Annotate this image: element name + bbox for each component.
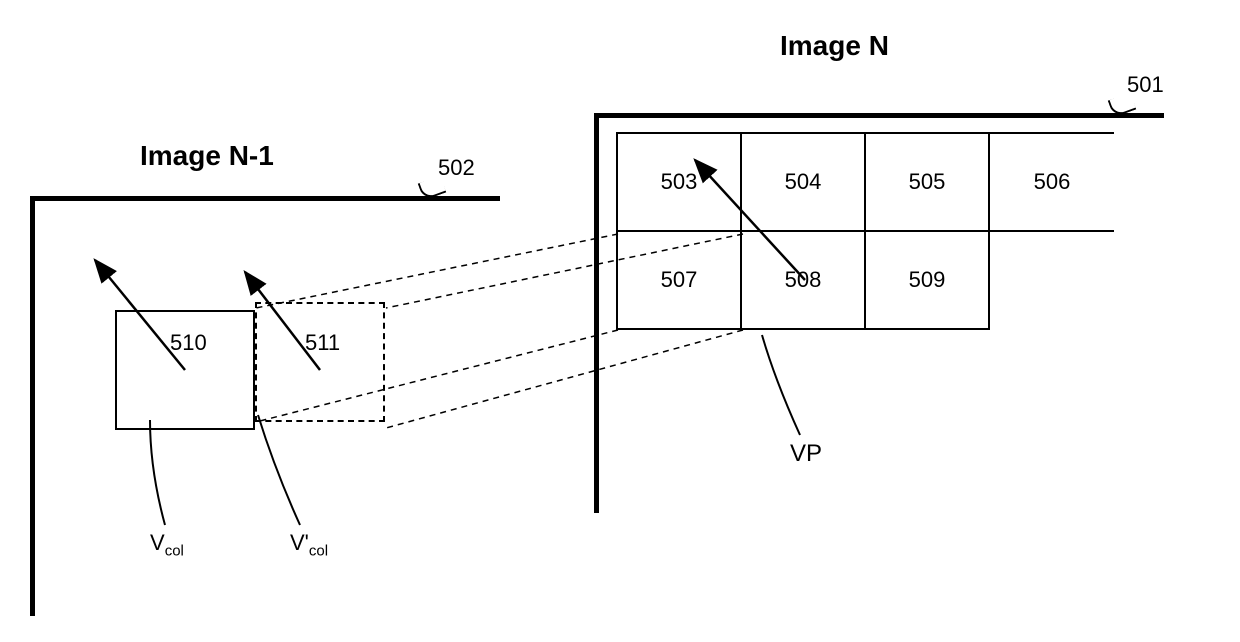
cell-504: 504 xyxy=(740,132,866,232)
cell-508: 508 xyxy=(740,230,866,330)
grid-right: 503 504 505 506 507 508 509 xyxy=(618,134,1114,330)
vcol2-prefix: V' xyxy=(290,530,309,555)
frame-left-left xyxy=(30,196,35,616)
cell-509: 509 xyxy=(864,230,990,330)
frame-left-top xyxy=(30,196,500,201)
cell-507: 507 xyxy=(616,230,742,330)
vcol-label: Vcol xyxy=(150,530,184,559)
label-511: 511 xyxy=(305,330,340,356)
title-image-n: Image N xyxy=(780,30,889,62)
vcol2-label: V'col xyxy=(290,530,328,559)
label-510: 510 xyxy=(170,330,207,356)
vcol2-leader xyxy=(258,415,300,525)
proj-line-1 xyxy=(256,234,618,308)
grid-row-2: 507 508 509 xyxy=(618,232,1114,330)
vcol-prefix: V xyxy=(150,530,165,555)
vcol2-sub: col xyxy=(309,542,328,559)
proj-line-4 xyxy=(386,330,743,428)
grid-row-1: 503 504 505 506 xyxy=(618,134,1114,232)
block-511-dashed xyxy=(255,302,385,422)
vcol-sub: col xyxy=(165,542,184,559)
vp-label: VP xyxy=(790,440,822,468)
cell-506: 506 xyxy=(988,132,1114,232)
title-image-n-1: Image N-1 xyxy=(140,140,274,172)
ref-label-501: 501 xyxy=(1127,72,1164,98)
frame-right-top xyxy=(594,113,1164,118)
cell-503: 503 xyxy=(616,132,742,232)
vcol-leader xyxy=(150,420,165,525)
vp-leader xyxy=(762,335,800,435)
ref-label-502: 502 xyxy=(438,155,475,181)
diagram-container: Image N Image N-1 501 502 503 504 505 50… xyxy=(0,0,1240,642)
frame-right-left xyxy=(594,113,599,513)
block-510 xyxy=(115,310,255,430)
cell-505: 505 xyxy=(864,132,990,232)
